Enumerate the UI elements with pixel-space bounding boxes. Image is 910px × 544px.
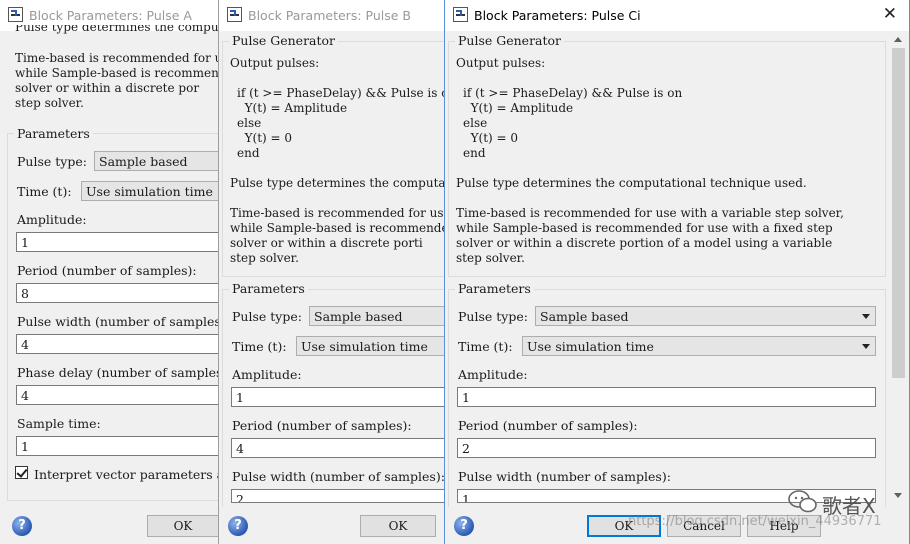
sample-time-label: Sample time: — [17, 416, 101, 431]
code-line: end — [237, 146, 260, 160]
pulse-type-label: Pulse type: — [232, 309, 302, 324]
parameters-label: Parameters — [455, 281, 534, 296]
pulse-generator-label: Pulse Generator — [229, 33, 339, 48]
time-dropdown[interactable]: Use simulation time — [522, 336, 876, 356]
title-bar[interactable]: Block Parameters: Pulse Ci ✕ — [445, 0, 909, 31]
window-title: Block Parameters: Pulse B — [248, 8, 411, 23]
description-line: step solver. — [456, 251, 525, 265]
description-line: step solver. — [15, 96, 84, 110]
pulse-width-label: Pulse width (number of samples): — [17, 314, 222, 329]
time-label: Time (t): — [232, 339, 287, 354]
description-line: Time-based is recommended for u — [15, 51, 222, 65]
phase-delay-label: Phase delay (number of samples): — [17, 365, 222, 380]
code-line: else — [237, 116, 262, 130]
ok-button[interactable]: OK — [360, 515, 436, 537]
description-line: solver or within a discrete porti — [230, 236, 423, 250]
pulse-generator-label: Pulse Generator — [455, 33, 565, 48]
wechat-logo-icon — [788, 490, 817, 513]
window-title: Block Parameters: Pulse Ci — [474, 8, 641, 23]
description-line: Time-based is recommended for use — [230, 206, 448, 220]
code-line: if (t >= PhaseDelay) && Pulse is on — [463, 86, 683, 100]
output-pulses-label: Output pulses: — [456, 56, 546, 70]
amplitude-label: Amplitude: — [458, 367, 528, 382]
description-line: Time-based is recommended for use with a… — [456, 206, 844, 220]
help-icon[interactable]: ? — [12, 516, 32, 536]
pulse-type-dropdown[interactable]: Sample based — [535, 306, 876, 326]
code-line: else — [463, 116, 488, 130]
title-bar[interactable]: Block Parameters: Pulse B — [219, 0, 447, 31]
interpret-vector-checkbox[interactable] — [15, 466, 28, 479]
parameters-label: Parameters — [14, 126, 93, 141]
close-icon[interactable]: ✕ — [883, 5, 897, 23]
amplitude-label: Amplitude: — [17, 212, 87, 227]
simulink-block-icon — [227, 7, 242, 22]
dialog-pulse-a: Block Parameters: Pulse A Pulse type det… — [0, 0, 222, 544]
period-label: Period (number of samples): — [232, 418, 412, 433]
time-label: Time (t): — [17, 184, 72, 199]
time-label: Time (t): — [458, 339, 513, 354]
pulse-type-value: Sample based — [540, 309, 629, 324]
code-line: Y(t) = Amplitude — [463, 101, 574, 115]
description-line: solver or within a discrete portion of a… — [456, 236, 833, 250]
pulse-width-label: Pulse width (number of samples): — [232, 469, 445, 484]
description-line: while Sample-based is recommended — [230, 221, 448, 235]
period-field[interactable]: 2 — [457, 438, 876, 458]
pulse-width-label: Pulse width (number of samples): — [458, 469, 671, 484]
help-icon[interactable]: ? — [454, 516, 474, 536]
code-line: end — [463, 146, 486, 160]
scroll-up-icon[interactable] — [894, 37, 902, 42]
interpret-vector-label: Interpret vector parameters as 1-D — [34, 467, 221, 482]
dialog-pulse-c: Block Parameters: Pulse Ci ✕ Pulse Gener… — [444, 0, 910, 544]
code-line: Y(t) = 0 — [237, 131, 293, 145]
pulse-type-dropdown[interactable]: Sample based — [309, 306, 447, 326]
time-dropdown[interactable]: Use simulation time — [81, 181, 221, 201]
simulink-block-icon — [453, 7, 468, 22]
description-line: Pulse type determines the computational … — [456, 176, 807, 190]
period-field[interactable]: 8 — [16, 283, 221, 303]
pulse-type-dropdown[interactable]: Sample based — [94, 151, 221, 171]
amplitude-field[interactable]: 1 — [457, 387, 876, 407]
ok-button[interactable]: OK — [147, 515, 219, 537]
period-label: Period (number of samples): — [458, 418, 638, 433]
help-icon[interactable]: ? — [228, 516, 248, 536]
period-field[interactable]: 4 — [231, 438, 447, 458]
code-line: if (t >= PhaseDelay) && Pulse is on — [237, 86, 448, 100]
description-line: while Sample-based is recommended for us… — [456, 221, 833, 235]
pulse-width-field[interactable]: 2 — [231, 489, 447, 503]
output-pulses-label: Output pulses: — [230, 56, 320, 70]
description-line: Pulse type determines the computational … — [230, 176, 447, 190]
pulse-width-field[interactable]: 4 — [16, 334, 221, 354]
vertical-scrollbar[interactable] — [890, 31, 907, 507]
amplitude-field[interactable]: 1 — [231, 387, 447, 407]
dialog-pulse-b: Block Parameters: Pulse B Pulse Generato… — [218, 0, 448, 544]
parameters-label: Parameters — [229, 281, 308, 296]
watermark-url: https://blog.csdn.net/weixin_44936771 — [628, 514, 882, 529]
code-line: Y(t) = 0 — [463, 131, 519, 145]
scrollbar-thumb[interactable] — [892, 48, 905, 378]
time-value: Use simulation time — [527, 339, 654, 354]
amplitude-label: Amplitude: — [232, 367, 302, 382]
period-label: Period (number of samples): — [17, 263, 197, 278]
phase-delay-field[interactable]: 4 — [16, 385, 221, 405]
time-dropdown[interactable]: Use simulation time — [296, 336, 447, 356]
code-line: Y(t) = Amplitude — [237, 101, 348, 115]
amplitude-field[interactable]: 1 — [16, 232, 221, 252]
description-line: solver or within a discrete por — [15, 81, 200, 95]
sample-time-field[interactable]: 1 — [16, 436, 221, 456]
pulse-type-label: Pulse type: — [17, 154, 87, 169]
description-line: step solver. — [230, 251, 299, 265]
window-title: Block Parameters: Pulse A — [29, 8, 192, 23]
simulink-block-icon — [8, 7, 23, 22]
description-line: while Sample-based is recommend — [15, 66, 222, 80]
chevron-down-icon — [862, 314, 870, 319]
chevron-down-icon — [862, 344, 870, 349]
pulse-type-label: Pulse type: — [458, 309, 528, 324]
scroll-down-icon[interactable] — [894, 493, 902, 498]
